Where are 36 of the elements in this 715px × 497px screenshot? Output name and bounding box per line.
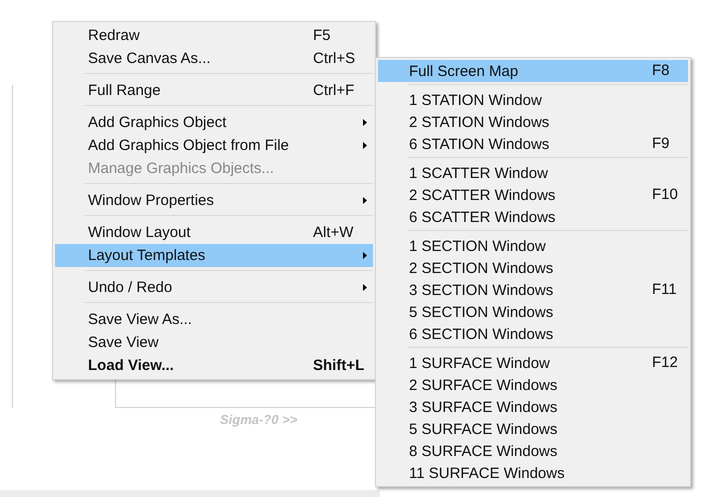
menu-item[interactable]: 2 SECTION Windows <box>378 257 688 279</box>
menu-item[interactable]: Save Canvas As... Ctrl+S <box>55 47 373 70</box>
menu-item[interactable]: Save View <box>55 331 373 354</box>
submenu-arrow-icon <box>363 284 367 291</box>
submenu-arrow-icon <box>363 119 367 126</box>
menu-item[interactable]: 2 SCATTER Windows F10 <box>378 184 688 206</box>
menu-item[interactable]: 6 STATION Windows F9 <box>378 133 688 155</box>
menu-item[interactable]: 6 SCATTER Windows <box>378 206 688 228</box>
menu-item[interactable]: Undo / Redo <box>55 276 373 299</box>
menu-item[interactable]: 1 SURFACE Window F12 <box>378 352 688 374</box>
menu-item[interactable]: Load View... Shift+L <box>55 354 373 377</box>
menu-item[interactable]: Save View As... <box>55 308 373 331</box>
menu-item[interactable]: 11 SURFACE Windows <box>378 462 688 484</box>
menu-item[interactable]: 1 SCATTER Window <box>378 162 688 184</box>
menu-item[interactable]: Add Graphics Object <box>55 111 373 134</box>
submenu-arrow-icon <box>363 197 367 204</box>
menu-item[interactable]: 6 SECTION Windows <box>378 323 688 345</box>
menu-item[interactable]: Redraw F5 <box>55 24 373 47</box>
menu-item[interactable]: 3 SECTION Windows F11 <box>378 279 688 301</box>
menu-item[interactable]: Add Graphics Object from File <box>55 134 373 157</box>
navigation-label: Sigma-?0 >> <box>220 412 298 427</box>
menu-item[interactable]: Window Properties <box>55 189 373 212</box>
submenu-arrow-icon <box>363 252 367 259</box>
menu-item[interactable]: Window Layout Alt+W <box>55 221 373 244</box>
menu-item[interactable]: 5 SURFACE Windows <box>378 418 688 440</box>
menu-item[interactable]: 2 STATION Windows <box>378 111 688 133</box>
menu-item[interactable]: 3 SURFACE Windows <box>378 396 688 418</box>
menu-item[interactable]: Full Screen Map F8 <box>378 60 688 82</box>
menu-item[interactable]: 1 SECTION Window <box>378 235 688 257</box>
menu-item[interactable]: 5 SECTION Windows <box>378 301 688 323</box>
menu-item[interactable]: Full Range Ctrl+F <box>55 79 373 102</box>
menu-item[interactable]: Layout Templates <box>55 244 373 267</box>
submenu-arrow-icon <box>363 142 367 149</box>
menu-item[interactable]: 2 SURFACE Windows <box>378 374 688 396</box>
menu-item[interactable]: 8 SURFACE Windows <box>378 440 688 462</box>
menu-item[interactable]: 1 STATION Window <box>378 89 688 111</box>
